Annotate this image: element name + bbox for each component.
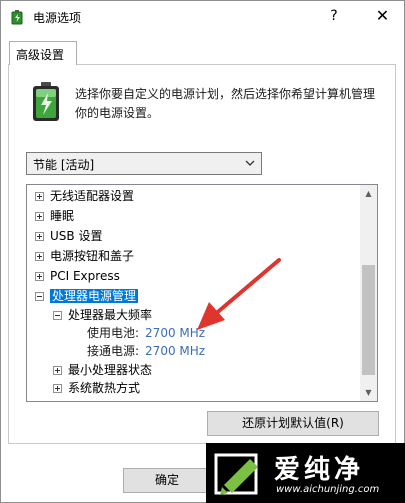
help-button[interactable]: ?	[321, 5, 347, 27]
power-plan-value: 节能 [活动]	[33, 158, 95, 172]
watermark-logo-icon	[214, 453, 258, 495]
power-plan-select[interactable]: 节能 [活动]	[26, 152, 262, 175]
close-button[interactable]: ✕	[361, 1, 404, 31]
scroll-up-arrow-icon[interactable]: ▲	[360, 185, 377, 202]
tree-item-wireless-adapter[interactable]: 无线适配器设置	[35, 187, 134, 205]
tree-item-pci-express[interactable]: PCI Express	[35, 267, 120, 285]
expand-icon[interactable]	[35, 192, 44, 201]
tree-item-processor-power[interactable]: 处理器电源管理	[35, 287, 139, 305]
tree-item-label: 处理器最大频率	[68, 308, 153, 322]
tree-item-power-buttons[interactable]: 电源按钮和盖子	[35, 247, 134, 265]
setting-label: 接通电源:	[87, 344, 140, 358]
tree-item-usb[interactable]: USB 设置	[35, 227, 102, 245]
collapse-icon[interactable]	[35, 292, 44, 301]
tree-item-label: 睡眠	[50, 209, 75, 223]
ok-button[interactable]: 确定	[123, 468, 211, 493]
scroll-thumb[interactable]	[362, 265, 375, 375]
tab-advanced-settings[interactable]: 高级设置	[9, 41, 77, 65]
expand-icon[interactable]	[53, 384, 62, 393]
tree-item-label: USB 设置	[50, 229, 103, 243]
tree-item-label: PCI Express	[50, 269, 120, 283]
description-text: 选择你要自定义的电源计划，然后选择你希望计算机管理你的电源设置。	[75, 87, 376, 120]
title-bar[interactable]: 电源选项 ? ✕	[1, 1, 404, 33]
tree-item-label: 系统散热方式	[68, 381, 141, 395]
expand-icon[interactable]	[53, 366, 62, 375]
red-arrow-annotation	[197, 258, 281, 330]
watermark: 爱纯净 www.aichunjing.com	[206, 443, 405, 503]
expand-icon[interactable]	[35, 252, 44, 261]
scroll-down-arrow-icon[interactable]: ▼	[360, 384, 377, 401]
watermark-title: 爱纯净	[274, 455, 365, 485]
expand-icon[interactable]	[35, 232, 44, 241]
setting-label: 使用电池:	[87, 326, 140, 340]
restore-defaults-button[interactable]: 还原计划默认值(R)	[207, 411, 379, 436]
tree-item-label: 最小处理器状态	[68, 363, 153, 377]
power-options-window: 电源选项 ? ✕ 高级设置 选择你要自定义的电源计划，然后选择你希望计算机管理你…	[0, 0, 405, 503]
battery-icon	[33, 82, 59, 121]
tree-item-max-frequency[interactable]: 处理器最大频率	[53, 306, 152, 324]
vertical-scrollbar[interactable]: ▲ ▼	[360, 185, 377, 401]
tree-item-cooling-policy[interactable]: 系统散热方式	[53, 379, 140, 397]
tree-item-label: 处理器电源管理	[50, 289, 139, 303]
chevron-down-icon	[245, 160, 255, 166]
setting-on-battery[interactable]: 使用电池: 2700 MHz	[87, 324, 205, 342]
power-options-icon	[11, 10, 23, 25]
window-title: 电源选项	[33, 11, 82, 25]
setting-value-link[interactable]: 2700 MHz	[145, 344, 205, 358]
tree-item-sleep[interactable]: 睡眠	[35, 207, 74, 225]
setting-plugged-in[interactable]: 接通电源: 2700 MHz	[87, 342, 205, 360]
expand-icon[interactable]	[35, 272, 44, 281]
tree-item-label: 电源按钮和盖子	[50, 249, 135, 263]
expand-icon[interactable]	[35, 212, 44, 221]
tree-item-min-processor-state[interactable]: 最小处理器状态	[53, 361, 152, 379]
tree-item-label: 无线适配器设置	[50, 189, 135, 203]
collapse-icon[interactable]	[53, 311, 62, 320]
watermark-url: www.aichunjing.com	[276, 484, 380, 495]
